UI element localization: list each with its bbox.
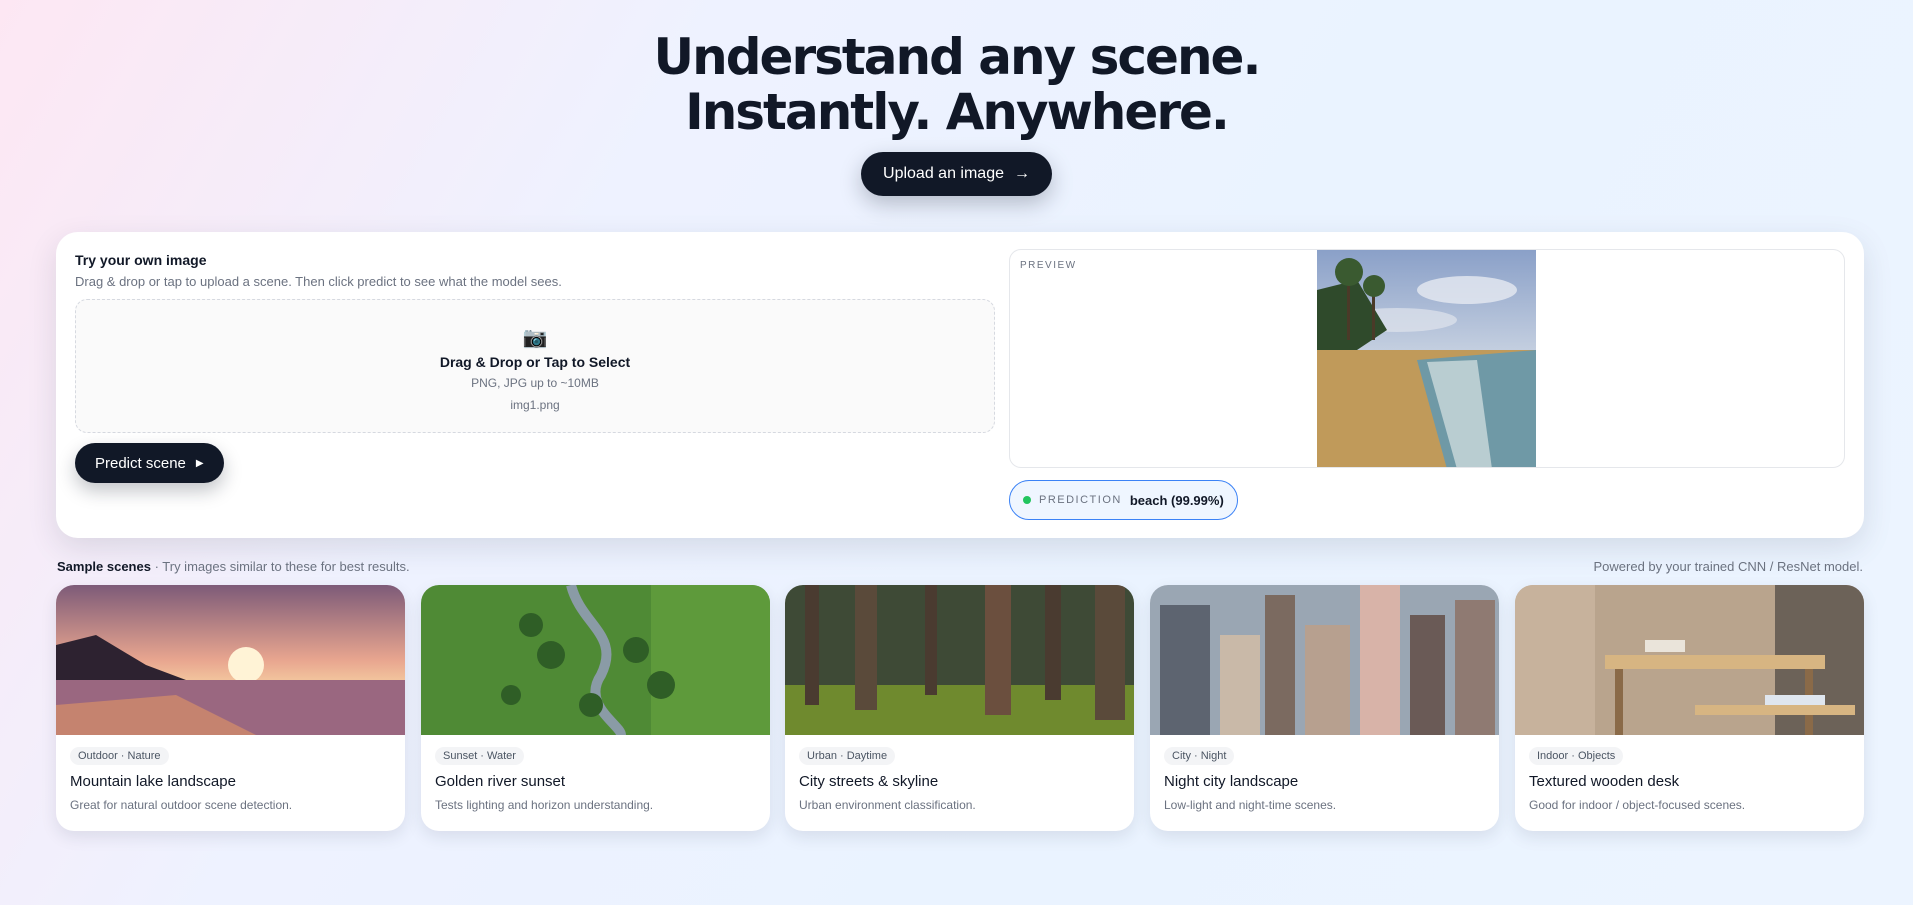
- upload-image-button[interactable]: Upload an image →: [861, 152, 1052, 196]
- sample-tag: Indoor · Objects: [1529, 747, 1624, 765]
- hero-title-line2: Instantly. Anywhere.: [685, 83, 1230, 141]
- samples-header: Sample scenes · Try images similar to th…: [57, 559, 1863, 574]
- preview-label: PREVIEW: [1020, 260, 1077, 271]
- dropzone-title: Drag & Drop or Tap to Select: [439, 354, 631, 370]
- upload-button-label: Upload an image: [883, 165, 1004, 182]
- upload-panel: Try your own image Drag & drop or tap to…: [75, 252, 995, 483]
- sample-scenes: Outdoor · Nature Mountain lake landscape…: [56, 585, 1864, 835]
- sample-image-4: [1150, 585, 1499, 735]
- hero: Understand any scene. Instantly. Anywher…: [0, 0, 1913, 196]
- sample-title: Golden river sunset: [435, 773, 566, 790]
- sample-title: City streets & skyline: [799, 773, 939, 790]
- prediction-label: PREDICTION: [1039, 494, 1122, 506]
- sample-card-3[interactable]: Urban · Daytime City streets & skyline U…: [785, 585, 1134, 831]
- preview-image: [1317, 250, 1536, 467]
- sample-description: Urban environment classification.: [799, 798, 976, 812]
- prediction-value: beach (99.99%): [1129, 492, 1224, 508]
- prediction-badge: PREDICTION beach (99.99%): [1009, 480, 1238, 520]
- sample-card-4[interactable]: City · Night Night city landscape Low-li…: [1150, 585, 1499, 831]
- dropzone[interactable]: 📷 Drag & Drop or Tap to Select PNG, JPG …: [75, 299, 995, 433]
- upload-title: Try your own image: [75, 252, 207, 268]
- sample-tag: Outdoor · Nature: [70, 747, 169, 765]
- selected-filename: img1.png: [510, 398, 560, 412]
- upload-subtitle: Drag & drop or tap to upload a scene. Th…: [75, 274, 562, 289]
- sample-title: Textured wooden desk: [1529, 773, 1680, 790]
- sample-image-2: [421, 585, 770, 735]
- predict-button-label: Predict scene: [95, 454, 186, 472]
- samples-subheading: · Try images similar to these for best r…: [154, 559, 410, 574]
- sample-image-1: [56, 585, 405, 735]
- sample-tag: Urban · Daytime: [799, 747, 896, 765]
- sample-title: Mountain lake landscape: [70, 773, 236, 790]
- camera-icon: 📷: [522, 327, 548, 349]
- sample-description: Great for natural outdoor scene detectio…: [70, 798, 293, 812]
- sample-card-2[interactable]: Sunset · Water Golden river sunset Tests…: [421, 585, 770, 831]
- dropzone-hint: PNG, JPG up to ~10MB: [471, 376, 599, 390]
- hero-title-line1: Understand any scene.: [653, 28, 1262, 86]
- sample-title: Night city landscape: [1164, 773, 1299, 790]
- predict-scene-button[interactable]: Predict scene ▶: [75, 443, 224, 483]
- preview-panel: PREVIEW: [1009, 249, 1845, 468]
- samples-heading: Sample scenes: [57, 559, 151, 574]
- sample-tag: Sunset · Water: [435, 747, 524, 765]
- sample-description: Good for indoor / object-focused scenes.: [1529, 798, 1746, 812]
- powered-by-text: Powered by your trained CNN / ResNet mod…: [1593, 559, 1863, 574]
- hero-title: Understand any scene. Instantly. Anywher…: [0, 30, 1913, 140]
- sample-image-3: [785, 585, 1134, 735]
- arrow-right-icon: →: [1013, 165, 1030, 182]
- play-icon: ▶: [195, 457, 204, 469]
- sample-tag: City · Night: [1164, 747, 1235, 765]
- sample-description: Tests lighting and horizon understanding…: [435, 798, 654, 812]
- samples-heading-wrap: Sample scenes · Try images similar to th…: [57, 559, 410, 574]
- upload-card: Try your own image Drag & drop or tap to…: [56, 232, 1864, 538]
- sample-description: Low-light and night-time scenes.: [1164, 798, 1337, 812]
- sample-image-5: [1515, 585, 1864, 735]
- sample-card-1[interactable]: Outdoor · Nature Mountain lake landscape…: [56, 585, 405, 831]
- sample-card-5[interactable]: Indoor · Objects Textured wooden desk Go…: [1515, 585, 1864, 831]
- status-dot-icon: [1023, 496, 1031, 504]
